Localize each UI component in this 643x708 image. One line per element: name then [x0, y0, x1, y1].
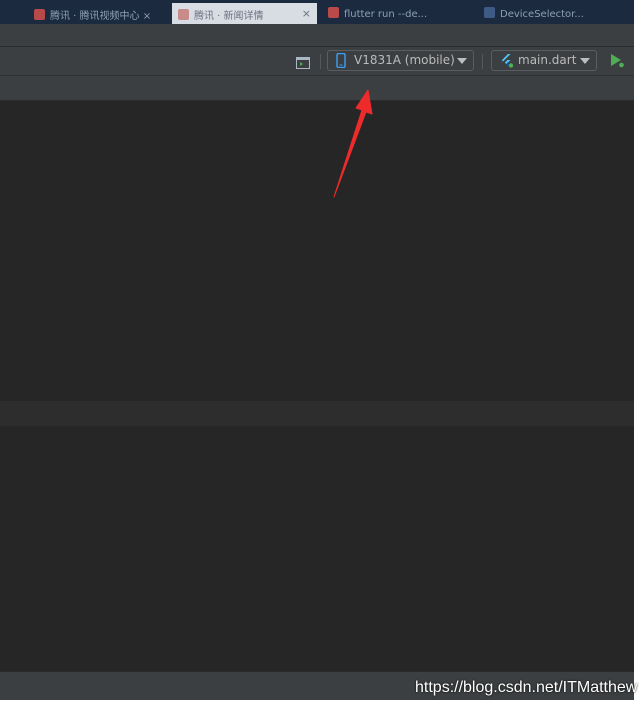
watermark-url: https://blog.csdn.net/ITMatthew — [415, 679, 638, 696]
annotation-arrow-icon — [333, 89, 373, 198]
